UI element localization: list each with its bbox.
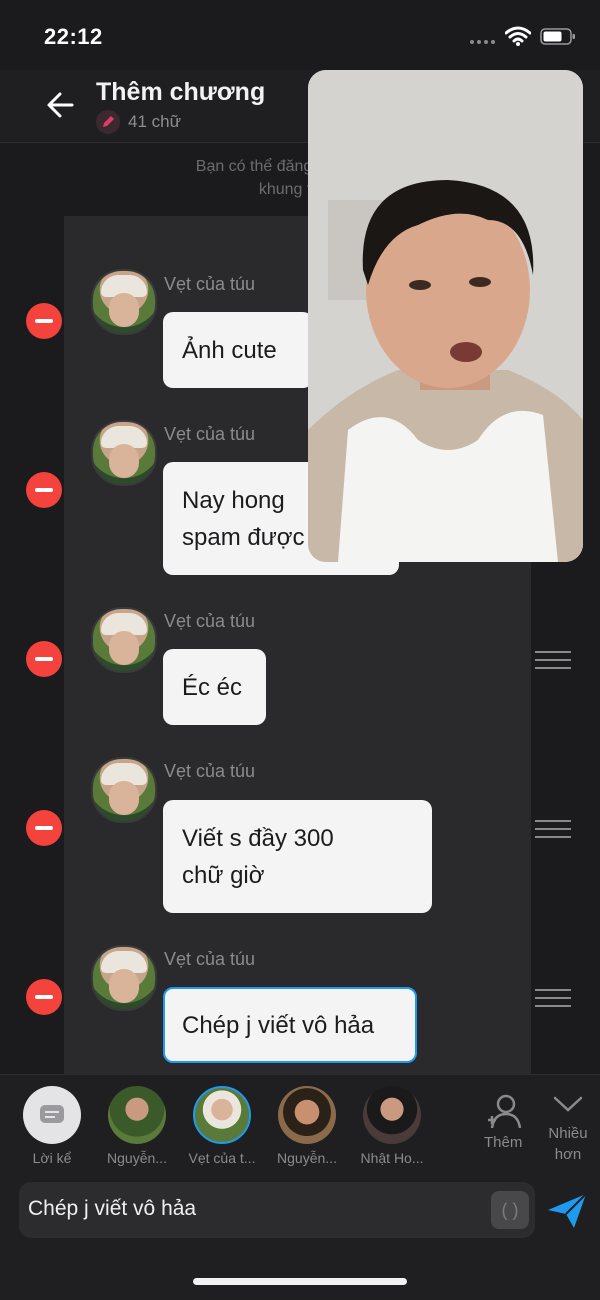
character-label: Vẹt của t... <box>188 1150 256 1166</box>
cellular-signal-icon <box>470 40 495 44</box>
page-title: Thêm chương <box>96 78 266 106</box>
avatar <box>91 757 157 823</box>
message-bubble[interactable]: Viết s đầy 300 chữ giờ <box>163 800 432 913</box>
pencil-icon <box>96 110 120 134</box>
avatar <box>91 945 157 1011</box>
wifi-icon <box>505 26 531 46</box>
more-label-line1: Nhiều <box>548 1125 588 1142</box>
avatar <box>91 607 157 673</box>
status-time: 22:12 <box>44 24 103 49</box>
remove-icon[interactable] <box>26 641 62 677</box>
remove-icon[interactable] <box>26 303 62 339</box>
message-bubble[interactable]: Ảnh cute <box>163 312 313 388</box>
narration-button[interactable] <box>23 1086 81 1144</box>
back-arrow-icon[interactable] <box>44 88 78 122</box>
add-character-label[interactable]: Thêm <box>484 1134 522 1151</box>
video-person-image <box>308 70 583 562</box>
message-sender: Vẹt của túu <box>164 611 256 631</box>
message-bubble[interactable]: Éc éc <box>163 649 266 725</box>
remove-icon[interactable] <box>26 979 62 1015</box>
video-call-overlay[interactable] <box>308 70 583 562</box>
message-text: Chép j viết vô hảa <box>182 1012 375 1039</box>
drag-handle-icon[interactable] <box>535 989 571 1009</box>
character-label: Nguyễn... <box>277 1150 337 1166</box>
message-input-text[interactable]: Chép j viết vô hảa <box>28 1197 196 1221</box>
message-text-line: chữ giờ <box>182 862 265 889</box>
character-label: Nguyễn... <box>107 1150 167 1166</box>
home-indicator <box>193 1278 407 1285</box>
drag-handle-icon[interactable] <box>535 820 571 840</box>
character-avatar[interactable] <box>278 1086 336 1144</box>
more-options-label[interactable]: Nhiều hơn <box>546 1123 590 1165</box>
character-avatar[interactable] <box>108 1086 166 1144</box>
message-sender: Vẹt của túu <box>164 949 256 969</box>
remove-icon[interactable] <box>26 810 62 846</box>
chevron-down-icon[interactable] <box>552 1094 584 1114</box>
message-text: Éc éc <box>182 674 243 701</box>
character-label: Nhật Ho... <box>360 1150 424 1166</box>
message-sender: Vẹt của túu <box>164 424 256 444</box>
send-icon[interactable] <box>546 1190 588 1232</box>
bracket-button[interactable]: ( ) <box>491 1191 529 1229</box>
avatar <box>91 269 157 335</box>
message-bubble-selected[interactable]: Chép j viết vô hảa <box>163 987 417 1063</box>
message-sender: Vẹt của túu <box>164 761 256 781</box>
character-label: Lời kể <box>32 1150 72 1166</box>
add-person-icon[interactable] <box>484 1092 524 1130</box>
avatar <box>91 420 157 486</box>
remove-icon[interactable] <box>26 472 62 508</box>
character-avatar[interactable] <box>363 1086 421 1144</box>
char-count: 41 chữ <box>128 112 181 131</box>
character-avatar-selected[interactable] <box>193 1086 251 1144</box>
chat-bubble-icon <box>40 1105 64 1123</box>
message-sender: Vẹt của túu <box>164 274 256 294</box>
message-text-line: Viết s đầy 300 <box>182 825 334 852</box>
message-text: Ảnh cute <box>182 337 277 364</box>
drag-handle-icon[interactable] <box>535 651 571 671</box>
more-label-line2: hơn <box>554 1146 582 1163</box>
battery-icon <box>540 28 575 45</box>
